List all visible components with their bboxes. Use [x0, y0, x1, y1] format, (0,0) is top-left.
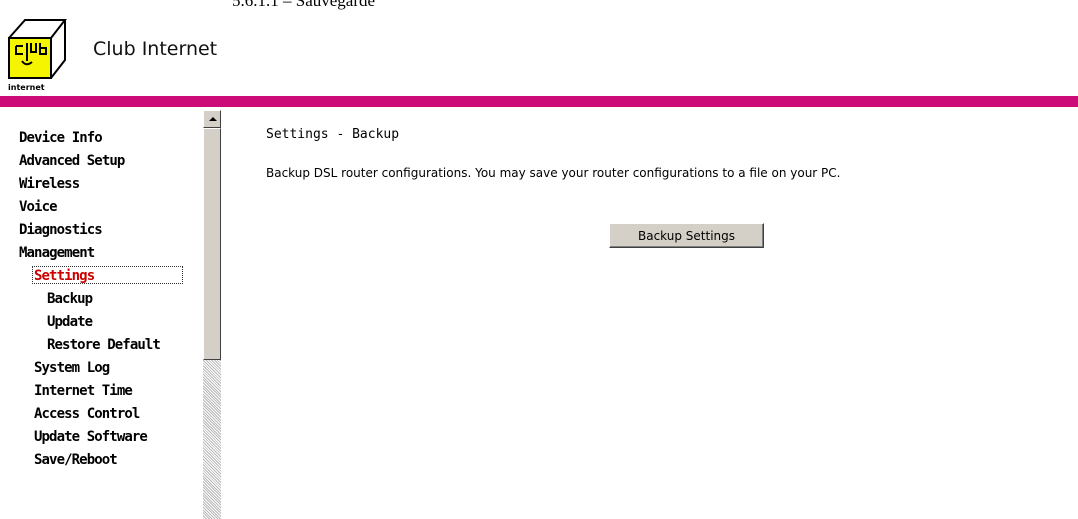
logo-subtext: internet — [8, 83, 45, 92]
sidebar-item-restore-default[interactable]: Restore Default — [47, 335, 161, 355]
sidebar-item-management[interactable]: Management — [19, 243, 95, 263]
sidebar-item-diagnostics[interactable]: Diagnostics — [19, 220, 103, 240]
club-internet-logo: internet — [8, 19, 67, 92]
page-description: Backup DSL router configurations. You ma… — [266, 166, 841, 180]
scroll-thumb[interactable] — [203, 128, 221, 360]
sidebar-item-system-log[interactable]: System Log — [34, 358, 110, 378]
sidebar-item-wireless[interactable]: Wireless — [19, 174, 80, 194]
active-item-focus-outline — [32, 266, 183, 284]
sidebar-item-internet-time[interactable]: Internet Time — [34, 381, 133, 401]
sidebar-nav: Device Info Advanced Setup Wireless Voic… — [0, 107, 203, 519]
sidebar-item-device-info[interactable]: Device Info — [19, 128, 103, 148]
arrow-up-icon — [209, 117, 217, 121]
header: internet Club Internet — [0, 0, 1078, 96]
sidebar-item-advanced-setup[interactable]: Advanced Setup — [19, 151, 125, 171]
sidebar-item-update[interactable]: Update — [47, 312, 93, 332]
sidebar-item-save-reboot[interactable]: Save/Reboot — [34, 450, 118, 470]
brand-name: Club Internet — [93, 38, 218, 60]
backup-settings-button[interactable]: Backup Settings — [609, 223, 764, 248]
sidebar-item-access-control[interactable]: Access Control — [34, 404, 140, 424]
sidebar-scrollbar[interactable] — [203, 110, 221, 519]
scroll-up-button[interactable] — [203, 110, 221, 128]
sidebar-item-voice[interactable]: Voice — [19, 197, 58, 217]
sidebar-item-backup[interactable]: Backup — [47, 289, 93, 309]
page-title: Settings - Backup — [266, 127, 400, 142]
accent-bar — [0, 96, 1078, 107]
sidebar-item-update-software[interactable]: Update Software — [34, 427, 148, 447]
